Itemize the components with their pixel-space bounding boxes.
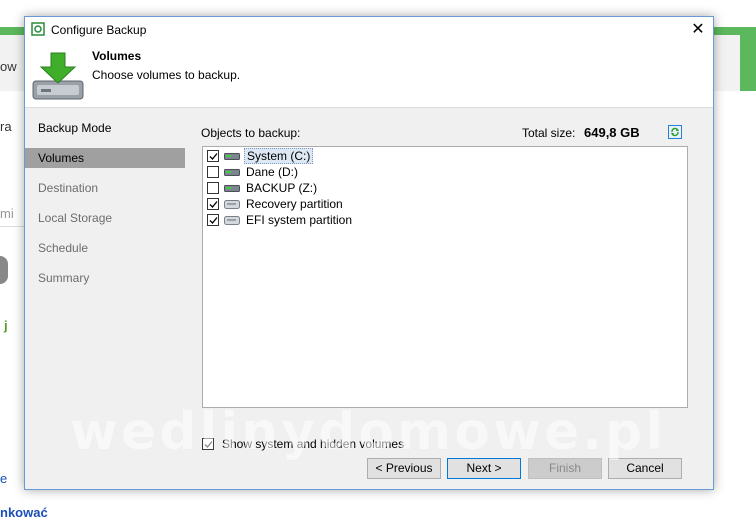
nav-item-schedule[interactable]: Schedule [25,238,185,258]
volume-label: Recovery partition [246,197,343,211]
objects-label: Objects to backup: [201,126,301,140]
nav-item-destination[interactable]: Destination [25,178,185,198]
step-subtitle: Choose volumes to backup. [92,68,241,82]
hard-drive-icon [224,185,240,192]
nav-item-backup-mode[interactable]: Backup Mode [25,118,185,138]
partition-icon [224,200,240,209]
background-link[interactable]: e [0,471,7,486]
nav-item-summary[interactable]: Summary [25,268,185,288]
watermark: wedlinydomowe.pl [70,402,667,462]
backup-app-icon [31,22,45,36]
hard-drive-icon [224,169,240,176]
close-icon[interactable]: ✕ [683,17,713,43]
total-size-value: 649,8 GB [584,125,640,140]
volume-checkbox[interactable] [207,214,219,226]
hard-drive-icon [224,153,240,160]
step-title: Volumes [92,49,142,63]
volume-checkbox[interactable] [207,166,219,178]
volume-label: System (C:) [244,148,314,164]
total-size-label: Total size: [522,126,576,140]
partition-icon [224,216,240,225]
background-text: mi [0,206,14,221]
background-text: ra [0,119,12,134]
volume-checkbox[interactable] [207,198,219,210]
wizard-header: Volumes Choose volumes to backup. [25,43,713,108]
refresh-icon[interactable] [668,125,682,139]
background-divider [0,226,24,227]
backup-drive-icon [32,52,84,100]
volume-label: BACKUP (Z:) [246,181,318,195]
volume-checkbox[interactable] [207,182,219,194]
volume-label: EFI system partition [246,213,353,227]
background-avatar [0,256,8,284]
volume-checkbox[interactable] [207,150,219,162]
volume-list[interactable]: System (C:) Dane (D:) BACKUP (Z:) Recove… [202,146,688,408]
background-text: ow [0,59,17,74]
volume-label: Dane (D:) [246,165,299,179]
window-title: Configure Backup [51,23,147,37]
title-bar[interactable]: Configure Backup ✕ [25,17,713,43]
nav-item-local-storage[interactable]: Local Storage [25,208,185,228]
nav-item-volumes[interactable]: Volumes [25,148,185,168]
background-text: j [4,318,8,333]
